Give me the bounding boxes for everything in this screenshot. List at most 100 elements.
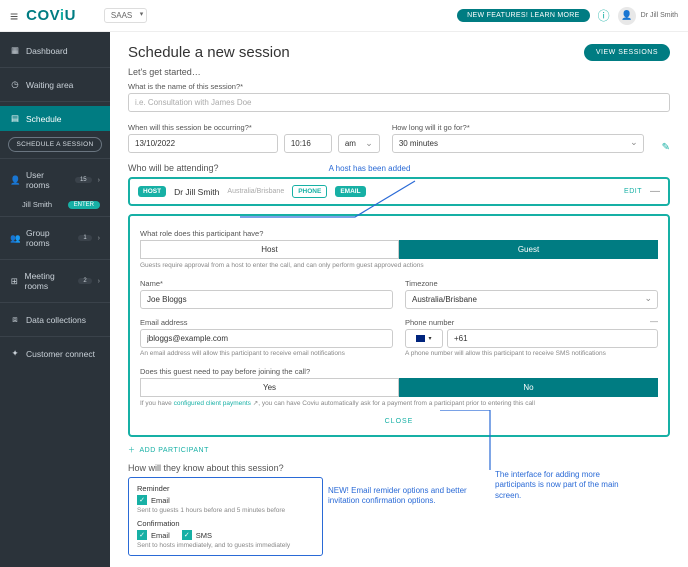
new-features-button[interactable]: NEW FEATURES! LEARN MORE (457, 9, 589, 22)
reminder-email-checkbox[interactable]: ✓ (137, 495, 147, 505)
confirmation-email-checkbox[interactable]: ✓ (137, 530, 147, 540)
flag-icon (416, 335, 425, 342)
host-card: HOST Dr Jill Smith Australia/Brisbane PH… (128, 177, 670, 206)
plus-icon: ＋ (128, 445, 136, 455)
pay-yes-button[interactable]: Yes (140, 378, 399, 397)
star-icon: ✦ (10, 348, 20, 359)
host-pill: HOST (138, 186, 166, 197)
country-code-select[interactable]: ▾ (405, 329, 443, 348)
close-participant-button[interactable]: CLOSE (140, 412, 658, 427)
configure-payments-link[interactable]: configured client payments (174, 400, 251, 407)
reminder-sub: Sent to guests 1 hours before and 5 minu… (137, 507, 314, 514)
timezone-label: Timezone (405, 279, 658, 288)
edit-pencil-icon[interactable]: ✎ (662, 142, 670, 153)
role-guest-button[interactable]: Guest (399, 240, 658, 259)
time-input[interactable] (284, 134, 332, 153)
annotation-host-added: A host has been added (329, 164, 411, 173)
remove-phone-icon[interactable]: — (650, 317, 658, 326)
view-sessions-button[interactable]: VIEW SESSIONS (584, 44, 670, 61)
reminder-heading: Reminder (137, 484, 314, 493)
session-name-input[interactable] (128, 93, 670, 112)
nav-customer-connect[interactable]: ✦ Customer connect (0, 341, 110, 366)
section-get-started: Let's get started… (128, 67, 670, 77)
nav-data-label: Data collections (26, 315, 86, 325)
email-note: An email address will allow this partici… (140, 350, 393, 357)
nav-user-rooms-label: User rooms (26, 170, 69, 190)
nav-group-rooms-label: Group rooms (26, 228, 72, 248)
help-icon[interactable]: ⓘ (598, 7, 610, 24)
calendar-icon: ▤ (10, 113, 20, 124)
group-rooms-count: 1 (78, 235, 91, 241)
group-icon: 👥 (10, 233, 20, 244)
when-label: When will this session be occurring?* (128, 123, 380, 132)
enter-badge[interactable]: ENTER (68, 201, 100, 209)
attending-label: Who will be attending? (128, 163, 219, 173)
email-pill: EMAIL (335, 186, 365, 197)
nav-group-rooms[interactable]: 👥 Group rooms 1 › (0, 221, 110, 255)
nav-waiting-area[interactable]: ◷ Waiting area (0, 72, 110, 97)
room-jill-label: Jill Smith (22, 200, 52, 209)
phone-pill: PHONE (292, 185, 327, 198)
phone-input[interactable] (447, 329, 658, 348)
nav-schedule[interactable]: ▤ Schedule (0, 106, 110, 131)
hamburger-icon[interactable]: ≡ (10, 8, 18, 24)
schedule-session-button[interactable]: SCHEDULE A SESSION (8, 137, 102, 152)
nav-meeting-rooms[interactable]: ⊞ Meeting rooms 2 › (0, 264, 110, 298)
user-name-label: Dr Jill Smith (641, 12, 678, 19)
reminder-email-label: Email (151, 496, 170, 505)
email-label: Email address (140, 318, 393, 327)
ampm-select[interactable]: am (338, 134, 380, 153)
date-input[interactable] (128, 134, 278, 153)
host-timezone: Australia/Brisbane (227, 188, 284, 195)
grid-icon: ▦ (10, 45, 20, 56)
confirmation-email-label: Email (151, 531, 170, 540)
notify-label: How will they know about this session? (128, 463, 670, 473)
confirmation-sms-label: SMS (196, 531, 212, 540)
pay-no-button[interactable]: No (399, 378, 658, 397)
nav-user-room-jill[interactable]: Jill Smith ENTER (0, 197, 110, 212)
avatar-icon: 👤 (618, 7, 636, 25)
notification-settings: Reminder ✓ Email Sent to guests 1 hours b… (128, 477, 323, 556)
database-icon: ⧈ (10, 314, 20, 325)
email-input[interactable] (140, 329, 393, 348)
meeting-rooms-count: 2 (78, 278, 91, 284)
session-name-label: What is the name of this session?* (128, 82, 670, 91)
pay-label: Does this guest need to pay before joini… (140, 367, 658, 376)
logo: COViU (26, 7, 76, 24)
chevron-right-icon: › (98, 278, 100, 285)
nav-data-collections[interactable]: ⧈ Data collections (0, 307, 110, 332)
nav-dashboard-label: Dashboard (26, 46, 68, 56)
chevron-right-icon: › (98, 235, 100, 242)
add-participant-label: ADD PARTICIPANT (140, 447, 209, 454)
participant-name-label: Name* (140, 279, 393, 288)
edit-host-button[interactable]: EDIT (624, 188, 642, 195)
nav-customer-label: Customer connect (26, 349, 95, 359)
meeting-icon: ⊞ (10, 276, 19, 287)
participant-panel: What role does this participant have? Ho… (128, 214, 670, 437)
collapse-icon[interactable]: — (650, 186, 660, 197)
add-participant-button[interactable]: ＋ ADD PARTICIPANT (128, 445, 670, 455)
confirmation-heading: Confirmation (137, 519, 314, 528)
timezone-select[interactable]: Australia/Brisbane (405, 290, 658, 309)
host-name: Dr Jill Smith (174, 187, 219, 197)
user-rooms-count: 15 (75, 177, 92, 183)
participant-name-input[interactable] (140, 290, 393, 309)
role-label: What role does this participant have? (140, 229, 658, 238)
duration-label: How long will it go for?* (392, 123, 644, 132)
guest-note: Guests require approval from a host to e… (140, 262, 658, 269)
nav-user-rooms[interactable]: 👤User rooms15 › (0, 163, 110, 197)
nav-waiting-label: Waiting area (26, 80, 73, 90)
nav-schedule-label: Schedule (26, 114, 61, 124)
role-host-button[interactable]: Host (140, 240, 399, 259)
clock-icon: ◷ (10, 79, 20, 90)
org-selector[interactable]: SAAS (104, 8, 147, 23)
chevron-right-icon: › (98, 177, 100, 184)
confirmation-sub: Sent to hosts immediately, and to guests… (137, 542, 314, 549)
duration-select[interactable]: 30 minutes (392, 134, 644, 153)
confirmation-sms-checkbox[interactable]: ✓ (182, 530, 192, 540)
phone-label: Phone number (405, 318, 454, 327)
user-menu[interactable]: 👤 Dr Jill Smith (618, 7, 678, 25)
nav-dashboard[interactable]: ▦ Dashboard (0, 38, 110, 63)
page-title: Schedule a new session (128, 44, 290, 61)
nav-meeting-rooms-label: Meeting rooms (25, 271, 73, 291)
